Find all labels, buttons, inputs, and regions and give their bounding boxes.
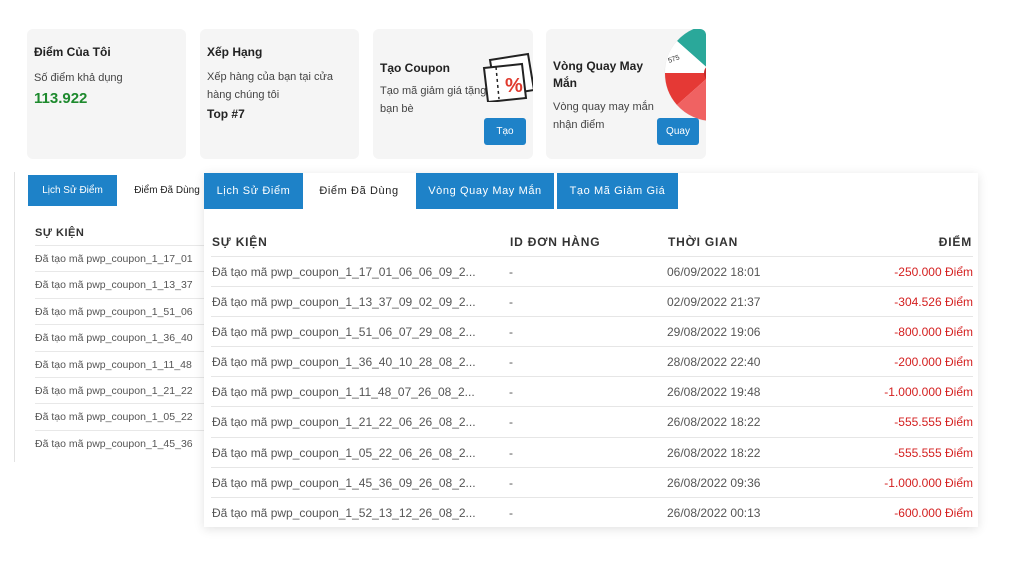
- row-time: 26/08/2022 18:22: [667, 445, 761, 460]
- coupon-card-text-line2: bạn bè: [380, 103, 414, 115]
- row-order-id: -: [509, 325, 513, 340]
- row-time: 28/08/2022 22:40: [667, 355, 761, 370]
- row-points: -600.000 Điểm: [894, 505, 973, 520]
- row-event: Đã tạo mã pwp_coupon_1_36_40_10_28_08_2.…: [212, 355, 476, 370]
- row-time: 26/08/2022 19:48: [667, 385, 761, 400]
- table-row: Đã tạo mã pwp_coupon_1_36_40_10_28_08_2.…: [211, 346, 973, 376]
- row-event: Đã tạo mã pwp_coupon_1_52_13_12_26_08_2.…: [212, 505, 476, 520]
- row-event: Đã tạo mã pwp_coupon_1_11_48_07_26_08_2.…: [212, 385, 475, 400]
- row-points: -800.000 Điểm: [894, 325, 973, 340]
- row-event: Đã tạo mã pwp_coupon_1_05_22_06_26_08_2.…: [212, 445, 476, 460]
- back-table-row: Đã tạo mã pwp_coupon_1_17_01: [35, 245, 206, 271]
- points-card: Điểm Của Tôi Số điểm khả dụng 113.922: [27, 29, 186, 159]
- tab-point-history[interactable]: Lịch Sử Điểm: [204, 173, 303, 209]
- back-table-row: Đã tạo mã pwp_coupon_1_36_40: [35, 324, 206, 350]
- points-used-panel: Lịch Sử Điểm Điểm Đã Dùng Vòng Quay May …: [204, 173, 978, 527]
- rank-value: Top #7: [207, 107, 245, 121]
- back-tab-points-used[interactable]: Điểm Đã Dùng: [117, 175, 206, 206]
- row-order-id: -: [509, 385, 513, 400]
- points-value: 113.922: [34, 90, 88, 107]
- row-event: Đã tạo mã pwp_coupon_1_13_37_09_02_09_2.…: [212, 295, 476, 310]
- row-event: Đã tạo mã pwp_coupon_1_17_01_06_06_09_2.…: [212, 265, 476, 279]
- row-time: 26/08/2022 00:13: [667, 505, 761, 520]
- row-points: -1.000.000 Điểm: [884, 385, 973, 400]
- row-order-id: -: [509, 505, 513, 520]
- back-table-row: Đã tạo mã pwp_coupon_1_21_22: [35, 376, 206, 403]
- wheel-card-text-line1: Vòng quay may mắn: [553, 101, 654, 113]
- table-row: Đã tạo mã pwp_coupon_1_13_37_09_02_09_2.…: [211, 286, 973, 316]
- rank-card: Xếp Hạng Xếp hàng của bạn tại cửa hàng c…: [200, 29, 359, 159]
- row-points: -304.526 Điểm: [894, 295, 973, 310]
- back-rows: Đã tạo mã pwp_coupon_1_17_01 Đã tạo mã p…: [35, 245, 206, 456]
- row-points: -555.555 Điểm: [894, 445, 973, 460]
- rank-card-text-line2: hàng chúng tôi: [207, 89, 280, 101]
- spin-wheel-button[interactable]: Quay: [657, 118, 699, 145]
- wheel-card-title-line2: Mắn: [553, 76, 577, 90]
- points-card-label: Số điểm khả dụng: [34, 72, 123, 84]
- row-order-id: -: [509, 475, 513, 490]
- row-event: Đã tạo mã pwp_coupon_1_45_36_09_26_08_2.…: [212, 475, 476, 490]
- column-header-time: THỜI GIAN: [668, 235, 739, 249]
- row-order-id: -: [509, 355, 513, 370]
- table-row: Đã tạo mã pwp_coupon_1_21_22_06_26_08_2.…: [211, 406, 973, 436]
- back-tab-bar: Lịch Sử Điểm Điểm Đã Dùng: [28, 175, 206, 206]
- tab-lucky-wheel[interactable]: Vòng Quay May Mắn: [416, 173, 554, 209]
- back-table-row: Đã tạo mã pwp_coupon_1_51_06: [35, 297, 206, 324]
- row-points: -250.000 Điểm: [894, 265, 973, 279]
- row-event: Đã tạo mã pwp_coupon_1_21_22_06_26_08_2.…: [212, 415, 476, 430]
- row-order-id: -: [509, 445, 513, 460]
- back-table-row: Đã tạo mã pwp_coupon_1_05_22: [35, 403, 206, 429]
- rank-card-title: Xếp Hạng: [207, 45, 263, 59]
- row-order-id: -: [509, 415, 513, 430]
- table-row: Đã tạo mã pwp_coupon_1_52_13_12_26_08_2.…: [211, 496, 973, 527]
- create-coupon-card: Tạo Coupon Tạo mã giảm giá tặng bạn bè %…: [373, 29, 533, 159]
- row-order-id: -: [509, 295, 513, 310]
- back-column-header-event: SỰ KIỆN: [35, 227, 85, 239]
- tab-points-used[interactable]: Điểm Đã Dùng: [303, 173, 415, 209]
- table-row: Đã tạo mã pwp_coupon_1_05_22_06_26_08_2.…: [211, 436, 973, 467]
- points-table-body: Đã tạo mã pwp_coupon_1_17_01_06_06_09_2.…: [211, 256, 973, 527]
- front-tab-bar: Lịch Sử Điểm Điểm Đã Dùng Vòng Quay May …: [204, 173, 978, 209]
- row-time: 26/08/2022 18:22: [667, 415, 761, 430]
- back-history-panel: Lịch Sử Điểm Điểm Đã Dùng SỰ KIỆN Đã tạo…: [14, 172, 206, 462]
- back-table-row: Đã tạo mã pwp_coupon_1_11_48: [35, 350, 206, 377]
- coupon-ticket-icon: %: [482, 52, 533, 102]
- row-time: 29/08/2022 19:06: [667, 325, 761, 340]
- coupon-card-text-line1: Tạo mã giảm giá tặng: [380, 85, 487, 97]
- table-row: Đã tạo mã pwp_coupon_1_51_06_07_29_08_2.…: [211, 316, 973, 346]
- points-card-title: Điểm Của Tôi: [34, 45, 111, 59]
- tab-create-coupon[interactable]: Tạo Mã Giảm Giá: [557, 173, 678, 209]
- row-time: 26/08/2022 09:36: [667, 475, 761, 490]
- row-time: 02/09/2022 21:37: [667, 295, 761, 310]
- table-row: Đã tạo mã pwp_coupon_1_11_48_07_26_08_2.…: [211, 376, 973, 406]
- svg-text:%: %: [505, 75, 523, 97]
- back-table-row: Đã tạo mã pwp_coupon_1_13_37: [35, 271, 206, 297]
- row-points: -1.000.000 Điểm: [884, 475, 973, 490]
- column-header-order-id: ID ĐƠN HÀNG: [510, 235, 601, 249]
- row-order-id: -: [509, 265, 513, 279]
- row-time: 06/09/2022 18:01: [667, 265, 761, 279]
- table-row: Đã tạo mã pwp_coupon_1_45_36_09_26_08_2.…: [211, 466, 973, 497]
- rank-card-text-line1: Xếp hàng của bạn tại cửa: [207, 71, 334, 83]
- wheel-card-title-line1: Vòng Quay May: [553, 59, 644, 73]
- column-header-points: ĐIỂM: [938, 235, 972, 249]
- column-header-event: SỰ KIỆN: [212, 235, 268, 249]
- lucky-wheel-icon: 575: [664, 29, 706, 121]
- coupon-card-title: Tạo Coupon: [380, 61, 450, 75]
- wheel-card-text-line2: nhận điểm: [553, 119, 605, 131]
- row-points: -200.000 Điểm: [894, 355, 973, 370]
- row-points: -555.555 Điểm: [894, 415, 973, 430]
- row-event: Đã tạo mã pwp_coupon_1_51_06_07_29_08_2.…: [212, 325, 476, 340]
- lucky-wheel-card: Vòng Quay May Mắn Vòng quay may mắn nhận…: [546, 29, 706, 159]
- table-row: Đã tạo mã pwp_coupon_1_17_01_06_06_09_2.…: [211, 256, 973, 286]
- create-coupon-button[interactable]: Tạo: [484, 118, 526, 145]
- back-tab-point-history[interactable]: Lịch Sử Điểm: [28, 175, 117, 206]
- back-table-row: Đã tạo mã pwp_coupon_1_45_36: [35, 429, 206, 456]
